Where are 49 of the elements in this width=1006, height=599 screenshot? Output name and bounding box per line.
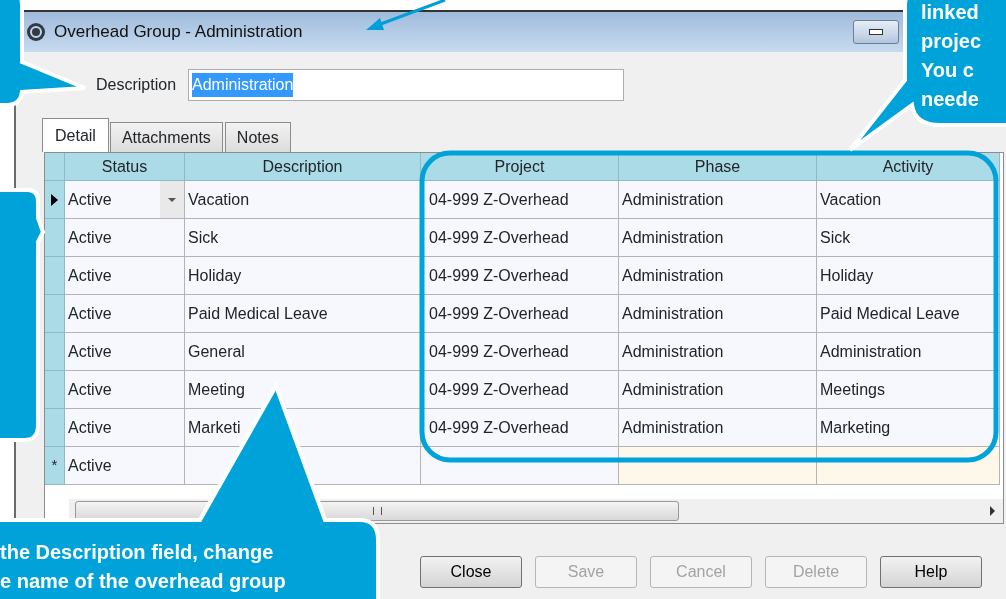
table-cell: Holiday [185, 257, 421, 295]
tab[interactable]: Detail [42, 118, 109, 152]
callout-text: e name of the overhead group [0, 569, 286, 594]
table-cell: Sick [185, 219, 421, 257]
column-header: Status [65, 153, 185, 181]
status-dropdown[interactable]: Active [65, 181, 185, 219]
table-cell: Administration [619, 371, 817, 409]
table-cell: Paid Medical Leave [817, 295, 1000, 333]
dialog-button[interactable]: Close [420, 556, 522, 588]
tab[interactable]: Attachments [109, 122, 223, 152]
table-cell: Meeting [185, 371, 421, 409]
table-cell: Active [65, 219, 185, 257]
table-cell: Active [65, 447, 185, 485]
window-title: Overhead Group - Administration [54, 21, 303, 44]
table-cell: Active [65, 333, 185, 371]
dialog-button: Save [535, 556, 637, 588]
new-row-marker: * [51, 455, 58, 476]
field-label: Description [96, 75, 177, 95]
table-cell: Active [65, 257, 185, 295]
table-cell: Active [65, 295, 185, 333]
column-header: Description [185, 153, 421, 181]
dialog-button: Delete [765, 556, 867, 588]
callout-text: the Description field, change [0, 540, 274, 565]
table-cell: Sick [817, 219, 1000, 257]
table-cell: Administration [619, 257, 817, 295]
callout-text: neede [921, 87, 979, 112]
table-cell: Administration [619, 219, 817, 257]
table-cell: Administration [619, 295, 817, 333]
table-cell: 04-999 Z-Overhead [421, 409, 619, 447]
table-cell: Vacation [185, 181, 421, 219]
table-cell: Administration [619, 333, 817, 371]
table-cell: Administration [619, 409, 817, 447]
tab[interactable]: Notes [224, 122, 291, 152]
callout-text: projec [921, 29, 982, 54]
callout-text: linked [921, 0, 979, 25]
callout-text: You c [921, 58, 974, 83]
table-cell: Holiday [817, 257, 1000, 295]
table-cell: Active [65, 409, 185, 447]
table-cell: Active [65, 371, 185, 409]
table-cell: Meetings [817, 371, 1000, 409]
table-cell: Administration [619, 181, 817, 219]
table-cell: General [185, 333, 421, 371]
table-cell: Marketing [817, 409, 1000, 447]
table-cell: Administration [817, 333, 1000, 371]
table-cell: Paid Medical Leave [185, 295, 421, 333]
table-cell: Vacation [817, 181, 1000, 219]
dialog-button[interactable]: Help [880, 556, 982, 588]
row-header[interactable]: * [45, 447, 65, 485]
dialog-button: Cancel [650, 556, 752, 588]
